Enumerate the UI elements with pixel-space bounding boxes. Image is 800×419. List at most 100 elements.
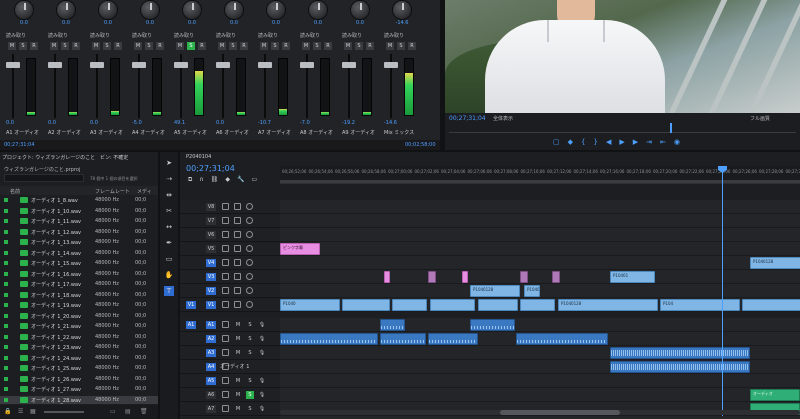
video-clip[interactable]: P1040128	[750, 257, 800, 269]
label-color-swatch[interactable]	[4, 345, 8, 349]
mute-button[interactable]: M	[176, 42, 184, 50]
label-color-swatch[interactable]	[4, 219, 8, 223]
mute-track-button[interactable]: M	[234, 391, 242, 399]
playhead-line[interactable]	[722, 166, 723, 416]
track-target-toggle[interactable]: V3	[206, 273, 216, 281]
mute-button[interactable]: M	[50, 42, 58, 50]
video-track-header[interactable]: V7	[180, 214, 280, 228]
captions-icon[interactable]: ▭	[251, 176, 257, 184]
audio-track-header[interactable]: A7 M S 🎙	[180, 402, 280, 416]
video-clip[interactable]	[478, 299, 518, 311]
track-target-toggle[interactable]: A6	[206, 391, 216, 399]
label-color-swatch[interactable]	[4, 387, 8, 391]
solo-track-button[interactable]: S	[246, 405, 254, 413]
razor-tool-icon[interactable]: ✂	[164, 206, 174, 216]
video-clip[interactable]: P1040128	[558, 299, 658, 311]
track-target-toggle[interactable]: V4	[206, 259, 216, 267]
solo-button[interactable]: S	[271, 42, 279, 50]
lock-track-icon[interactable]	[222, 287, 229, 294]
pen-tool-icon[interactable]: ✒	[164, 238, 174, 248]
solo-button[interactable]: S	[19, 42, 27, 50]
eye-icon[interactable]	[246, 287, 253, 294]
mute-track-button[interactable]: M	[234, 405, 242, 413]
hand-tool-icon[interactable]: ✋	[164, 270, 174, 280]
label-color-swatch[interactable]	[4, 334, 8, 339]
mute-button[interactable]: M	[8, 42, 16, 50]
project-item[interactable]: オーディオ 1_22.wav 48000 Hz 00;0	[0, 333, 158, 341]
voiceover-record-icon[interactable]: 🎙	[258, 391, 266, 399]
trash-icon[interactable]: 🗑	[140, 408, 148, 415]
video-clip[interactable]: P1040	[280, 299, 340, 311]
sync-lock-icon[interactable]	[234, 301, 241, 308]
add-marker-icon[interactable]: ◆	[568, 138, 573, 146]
video-clip[interactable]	[384, 271, 390, 283]
solo-button[interactable]: S	[145, 42, 153, 50]
volume-fader[interactable]	[342, 62, 356, 68]
label-color-swatch[interactable]	[4, 208, 8, 213]
label-color-swatch[interactable]	[4, 229, 8, 234]
voiceover-record-icon[interactable]: 🎙	[258, 405, 266, 413]
project-item[interactable]: オーディオ 1_11.wav 48000 Hz 00;0	[0, 217, 158, 225]
automation-mode-dropdown[interactable]: 読み取り	[48, 32, 68, 39]
track-target-toggle[interactable]: V8	[206, 203, 216, 211]
play-icon[interactable]: ▶	[619, 138, 624, 146]
sync-lock-icon[interactable]	[234, 287, 241, 294]
volume-fader[interactable]	[174, 62, 188, 68]
sync-lock-icon[interactable]	[234, 217, 241, 224]
video-track-header[interactable]: V4	[180, 256, 280, 270]
pan-knob[interactable]	[266, 0, 286, 20]
audio-clip[interactable]	[610, 361, 750, 373]
project-item[interactable]: オーディオ 1_24.wav 48000 Hz 00;0	[0, 354, 158, 362]
audio-track-header[interactable]: A1 A1 M S 🎙	[180, 318, 280, 332]
lift-icon[interactable]: ⇥	[646, 138, 652, 146]
record-button[interactable]: R	[366, 42, 374, 50]
eye-icon[interactable]	[246, 203, 253, 210]
automation-mode-dropdown[interactable]: 読み取り	[258, 32, 278, 39]
sync-lock-icon[interactable]	[234, 245, 241, 252]
solo-button[interactable]: S	[313, 42, 321, 50]
solo-track-button[interactable]: S	[246, 391, 254, 399]
monitor-timecode[interactable]: 00;27;31;04	[449, 115, 486, 122]
pan-knob[interactable]	[140, 0, 160, 20]
video-clip[interactable]: P104	[660, 299, 740, 311]
label-color-swatch[interactable]	[4, 376, 8, 381]
lock-track-icon[interactable]	[222, 217, 229, 224]
track-target-toggle[interactable]: A1	[206, 321, 216, 329]
volume-db[interactable]: -5.0	[132, 120, 142, 126]
automation-mode-dropdown[interactable]: 読み取り	[342, 32, 362, 39]
new-bin-icon[interactable]: ▭	[110, 408, 116, 415]
nest-icon[interactable]: ⧉	[188, 176, 192, 184]
pan-knob[interactable]	[308, 0, 328, 20]
pan-knob[interactable]	[14, 0, 34, 20]
label-color-swatch[interactable]	[4, 271, 8, 276]
go-to-in-icon[interactable]: }	[593, 138, 597, 146]
label-color-swatch[interactable]	[4, 250, 8, 255]
audio-clip[interactable]	[470, 319, 515, 331]
automation-mode-dropdown[interactable]: 読み取り	[132, 32, 152, 39]
sync-lock-icon[interactable]	[234, 273, 241, 280]
mute-button[interactable]: M	[302, 42, 310, 50]
voiceover-record-icon[interactable]: 🎙	[258, 349, 266, 357]
pan-knob[interactable]	[98, 0, 118, 20]
tab-project[interactable]: プロジェクト: ウィズランガレージのこと	[2, 154, 95, 161]
record-button[interactable]: R	[240, 42, 248, 50]
pan-knob[interactable]	[56, 0, 76, 20]
lock-track-icon[interactable]	[222, 273, 229, 280]
label-color-swatch[interactable]	[4, 397, 8, 402]
audio-clip[interactable]	[280, 333, 378, 345]
lock-track-icon[interactable]	[222, 335, 229, 342]
lock-track-icon[interactable]	[222, 245, 229, 252]
timeline-scrollbar[interactable]	[280, 410, 800, 415]
timeline-scroll-thumb[interactable]	[500, 410, 620, 415]
track-target-toggle[interactable]: A4	[206, 363, 216, 371]
voiceover-record-icon[interactable]: 🎙	[258, 377, 266, 385]
mute-track-button[interactable]: M	[234, 335, 242, 343]
volume-db[interactable]: -10.7	[258, 120, 271, 126]
mark-out-icon[interactable]: {	[581, 138, 585, 146]
step-forward-icon[interactable]: ▶	[633, 138, 638, 146]
volume-fader[interactable]	[258, 62, 272, 68]
monitor-scrub-bar[interactable]	[449, 125, 796, 133]
lock-track-icon[interactable]	[222, 391, 229, 398]
volume-db[interactable]: 0.0	[90, 120, 98, 126]
project-item[interactable]: オーディオ 1_26.wav 48000 Hz 00;0	[0, 375, 158, 383]
